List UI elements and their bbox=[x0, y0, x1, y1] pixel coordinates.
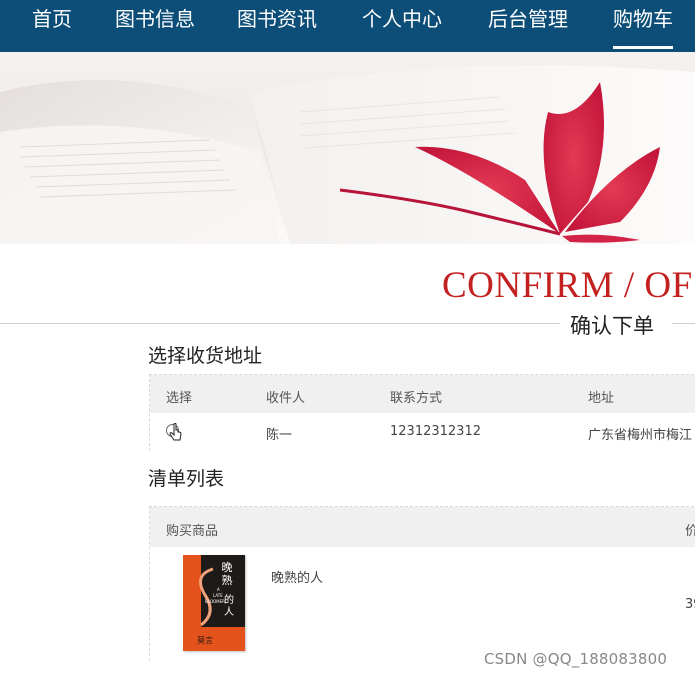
recipient-name: 陈一 bbox=[266, 428, 293, 443]
column-header-address: 地址 bbox=[588, 391, 615, 406]
order-list-table: 购买商品 价 晚 熟 的 人 A LATE BLOOMER 莫言 晚熟的人 3 bbox=[149, 506, 695, 661]
nav-book-news[interactable]: 图书资讯 bbox=[237, 0, 317, 52]
nav-admin[interactable]: 后台管理 bbox=[488, 0, 568, 52]
recipient-address: 广东省梅州市梅江 bbox=[588, 428, 693, 443]
banner-image bbox=[0, 52, 695, 244]
address-section-title: 选择收货地址 bbox=[148, 345, 263, 367]
address-table: 选择 收件人 联系方式 地址 陈一 12312312312 广东省梅州市梅江 bbox=[149, 374, 695, 451]
book-cover-art: 晚 熟 的 人 A LATE BLOOMER 莫言 bbox=[183, 555, 245, 651]
mouse-pointer-icon bbox=[169, 423, 182, 441]
cover-en-line: LATE bbox=[213, 593, 223, 598]
cover-en-line: BLOOMER bbox=[205, 599, 225, 604]
heading-divider-left bbox=[0, 323, 560, 324]
nav-cart[interactable]: 购物车 bbox=[613, 0, 673, 49]
column-header-price: 价 bbox=[685, 524, 695, 539]
column-header-select: 选择 bbox=[166, 391, 193, 406]
cover-title-char: 熟 bbox=[222, 573, 233, 587]
column-header-phone: 联系方式 bbox=[390, 391, 443, 406]
top-nav: 首页 图书信息 图书资讯 个人中心 后台管理 购物车 bbox=[0, 0, 695, 53]
confirm-order-title-en: CONFIRM / OF bbox=[442, 265, 693, 306]
recipient-phone: 12312312312 bbox=[390, 424, 481, 439]
cover-author: 莫言 bbox=[197, 635, 213, 645]
product-name[interactable]: 晚熟的人 bbox=[271, 567, 323, 586]
nav-user-center[interactable]: 个人中心 bbox=[362, 0, 442, 52]
csdn-watermark: CSDN @QQ_188083800 bbox=[484, 650, 668, 668]
cover-title-char: 的 bbox=[224, 593, 234, 606]
nav-home[interactable]: 首页 bbox=[32, 0, 72, 52]
cover-en-line: A bbox=[217, 587, 220, 592]
order-list-title: 清单列表 bbox=[148, 468, 225, 490]
cover-title-char: 晚 bbox=[222, 561, 233, 574]
nav-book-info[interactable]: 图书信息 bbox=[115, 0, 195, 52]
order-list-header: 购买商品 价 bbox=[150, 507, 695, 547]
column-header-recipient: 收件人 bbox=[266, 391, 306, 406]
book-cover-image[interactable]: 晚 熟 的 人 A LATE BLOOMER 莫言 bbox=[183, 555, 245, 651]
address-table-header: 选择 收件人 联系方式 地址 bbox=[150, 375, 695, 413]
confirm-order-title-cn: 确认下单 bbox=[570, 314, 654, 338]
page: 首页 图书信息 图书资讯 个人中心 后台管理 购物车 CONFIRM / OF … bbox=[0, 0, 695, 678]
cover-title-char: 人 bbox=[224, 606, 234, 618]
table-row[interactable]: 陈一 12312312312 广东省梅州市梅江 bbox=[150, 413, 695, 451]
table-row: 晚 熟 的 人 A LATE BLOOMER 莫言 晚熟的人 39 bbox=[150, 547, 695, 661]
column-header-product: 购买商品 bbox=[166, 524, 219, 539]
heading-divider-right bbox=[672, 323, 695, 324]
banner-illustration bbox=[0, 65, 695, 244]
product-price: 39 bbox=[685, 597, 695, 612]
